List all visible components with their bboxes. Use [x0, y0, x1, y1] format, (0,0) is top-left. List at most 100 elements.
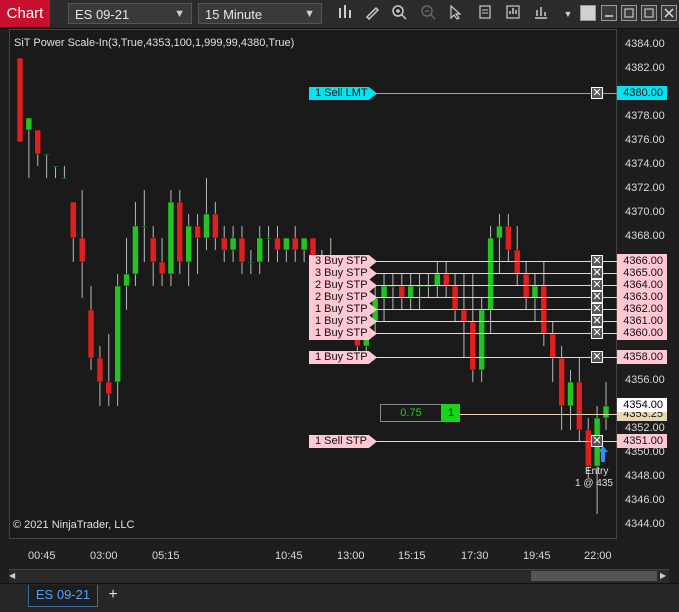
window-color-icon[interactable] [580, 5, 596, 21]
order-tag[interactable]: 2 Buy STP [309, 291, 377, 304]
order-tag[interactable]: 1 Buy STP [309, 351, 377, 364]
bar-style-icon[interactable] [335, 4, 355, 24]
scroll-left-icon[interactable]: ◀ [9, 570, 18, 582]
pencil-draw-icon[interactable] [362, 4, 382, 24]
cancel-order-icon[interactable]: ✕ [591, 291, 603, 303]
pointer-icon[interactable] [445, 4, 465, 24]
more-options-icon[interactable]: ▼ [558, 4, 578, 24]
order-line[interactable] [370, 309, 617, 310]
price-tick-label: 4344.00 [625, 518, 665, 530]
candle-body [238, 237, 246, 263]
candle-body [52, 165, 59, 168]
time-tick-label: 05:15 [152, 550, 180, 562]
candle-body [61, 177, 68, 180]
price-tick-label: 4370.00 [625, 206, 665, 218]
position-pnl[interactable]: 0.75 [380, 404, 442, 422]
order-tag[interactable]: 3 Buy STP [309, 267, 377, 280]
order-line[interactable] [370, 273, 617, 274]
order-tag[interactable]: 1 Buy STP [309, 303, 377, 316]
candle-body [558, 357, 565, 407]
order-line[interactable] [370, 333, 617, 334]
interval-selector[interactable]: 15 Minute ▼ [198, 3, 322, 24]
candle-body [425, 285, 432, 288]
entry-detail: 1 @ 435 [575, 478, 613, 489]
minimize-icon[interactable] [601, 5, 617, 21]
horizontal-scrollbar[interactable]: ◀ ▶ [9, 569, 669, 583]
cancel-order-icon[interactable]: ✕ [591, 303, 603, 315]
order-tag[interactable]: 1 Sell STP [309, 435, 377, 448]
cancel-order-icon[interactable]: ✕ [591, 315, 603, 327]
order-tag[interactable]: 3 Buy STP [309, 255, 377, 268]
order-line[interactable] [370, 441, 617, 442]
candle-body [274, 237, 281, 251]
cancel-order-icon[interactable]: ✕ [591, 327, 603, 339]
cancel-order-icon[interactable]: ✕ [591, 279, 603, 291]
maximize-icon[interactable] [621, 5, 637, 21]
zoom-in-icon[interactable] [389, 4, 409, 24]
restore-icon[interactable] [641, 5, 657, 21]
scroll-right-icon[interactable]: ▶ [660, 570, 669, 582]
strategies-icon[interactable] [503, 4, 523, 24]
candle-body [229, 237, 237, 251]
chart-window-tab[interactable]: Chart [0, 0, 50, 27]
candle-body [540, 285, 548, 335]
order-line[interactable] [370, 261, 617, 262]
entry-label: Entry [585, 466, 609, 477]
properties-icon[interactable] [475, 4, 495, 24]
candle-body [158, 261, 166, 275]
tab-es-09-21[interactable]: ES 09-21 [28, 585, 98, 607]
order-tag[interactable]: 2 Buy STP [309, 279, 377, 292]
candle-body [513, 249, 521, 275]
candle-body [96, 357, 104, 383]
candle-body [16, 57, 24, 143]
price-tick-label: 4356.00 [625, 374, 665, 386]
interval-value: 15 Minute [205, 7, 263, 22]
order-line[interactable] [370, 285, 617, 286]
order-line[interactable] [370, 297, 617, 298]
cancel-order-icon[interactable]: ✕ [591, 255, 603, 267]
candle-body [576, 381, 583, 431]
order-tag[interactable]: 1 Buy STP [309, 315, 377, 328]
order-line[interactable] [370, 357, 617, 358]
chevron-down-icon: ▼ [304, 8, 315, 20]
candle-body [451, 285, 459, 311]
candle-body [25, 117, 33, 131]
candle-body [505, 225, 512, 251]
time-tick-label: 17:30 [461, 550, 489, 562]
candle-body [549, 333, 556, 359]
candle-body [212, 213, 219, 239]
candle-body [487, 237, 494, 311]
candle-body [256, 237, 263, 263]
order-tag[interactable]: 1 Sell LMT [309, 87, 377, 100]
close-icon[interactable] [661, 5, 677, 21]
candle-body [291, 237, 299, 251]
chevron-down-icon: ▼ [174, 8, 185, 20]
cancel-order-icon[interactable]: ✕ [591, 267, 603, 279]
cancel-order-icon[interactable]: ✕ [591, 351, 603, 363]
price-tick-label: 4346.00 [625, 494, 665, 506]
instrument-selector[interactable]: ES 09-21 ▼ [68, 3, 192, 24]
time-tick-label: 13:00 [337, 550, 365, 562]
candle-body [149, 237, 157, 263]
zoom-out-icon[interactable] [418, 4, 438, 24]
indicators-icon[interactable] [531, 4, 551, 24]
position-line[interactable] [460, 414, 617, 415]
candle-body [469, 321, 477, 371]
position-quantity[interactable]: 1 [442, 404, 460, 422]
last-price-flag: 4354.00 [617, 398, 667, 412]
order-line[interactable] [370, 321, 617, 322]
candle-body [78, 237, 86, 263]
candle-body [141, 225, 148, 228]
scrollbar-thumb[interactable] [531, 571, 657, 581]
candle-body [602, 405, 610, 419]
candle-body [34, 129, 42, 155]
add-tab-button[interactable]: + [104, 585, 122, 605]
order-tag[interactable]: 1 Buy STP [309, 327, 377, 340]
copyright-label: © 2021 NinjaTrader, LLC [13, 519, 135, 531]
cancel-order-icon[interactable]: ✕ [591, 87, 603, 99]
order-line[interactable] [370, 93, 617, 94]
candle-body [194, 225, 201, 239]
candle-body [70, 201, 77, 239]
candle-body [220, 237, 228, 251]
indicator-label: SiT Power Scale-In(3,True,4353,100,1,999… [14, 37, 295, 49]
